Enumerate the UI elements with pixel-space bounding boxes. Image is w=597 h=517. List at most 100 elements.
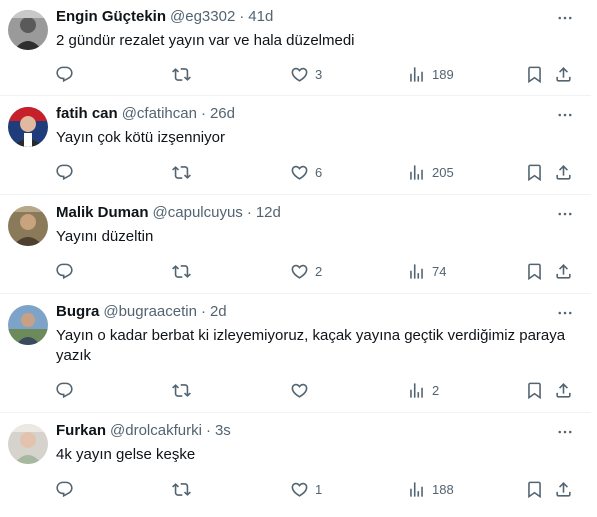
tweet-text: 4k yayın gelse keşke	[56, 446, 196, 463]
avatar[interactable]	[8, 305, 48, 345]
retweet-button[interactable]	[172, 160, 197, 184]
share-icon	[556, 164, 571, 180]
views-count: 189	[432, 66, 454, 82]
bookmark-button[interactable]	[525, 259, 544, 283]
views-button[interactable]: 205	[407, 160, 454, 184]
views-button[interactable]: 189	[407, 62, 454, 86]
retweet-button[interactable]	[172, 259, 197, 283]
author-handle[interactable]: @drolcakfurki	[110, 422, 202, 439]
action-bar: 2	[0, 378, 591, 402]
views-icon	[410, 481, 423, 497]
share-icon	[556, 66, 571, 82]
avatar[interactable]	[8, 107, 48, 147]
more-options-button[interactable]	[553, 204, 577, 224]
tweet-text: Yayın o kadar berbat ki izleyemiyoruz, k…	[56, 327, 566, 364]
more-options-button[interactable]	[553, 105, 577, 125]
reply-icon	[56, 263, 73, 279]
views-button[interactable]: 74	[407, 259, 446, 283]
tweet-item[interactable]: fatih can @cfatihcan · 26d Yayın çok köt…	[0, 97, 591, 195]
tweet-item[interactable]: Furkan @drolcakfurki · 3s 4k yayın gelse…	[0, 414, 591, 517]
bookmark-button[interactable]	[525, 62, 544, 86]
separator-dot: ·	[205, 422, 211, 439]
like-button[interactable]: 1	[290, 477, 322, 501]
bookmark-icon	[528, 481, 541, 498]
tweet-item[interactable]: Bugra @bugraacetin · 2d Yayın o kadar be…	[0, 295, 591, 413]
author-name[interactable]: Engin Güçtekin	[56, 8, 166, 25]
more-options-button[interactable]	[553, 8, 577, 28]
avatar[interactable]	[8, 10, 48, 50]
tweet-header: Engin Güçtekin @eg3302 · 41d	[56, 8, 273, 28]
tweet-item[interactable]: Malik Duman @capulcuyus · 12d Yayını düz…	[0, 196, 591, 294]
tweet-header: Malik Duman @capulcuyus · 12d	[56, 204, 281, 224]
avatar[interactable]	[8, 206, 48, 246]
like-button[interactable]: 6	[290, 160, 322, 184]
more-options-button[interactable]	[553, 303, 577, 323]
bookmark-icon	[528, 263, 541, 280]
heart-icon	[291, 264, 308, 279]
timestamp[interactable]: 12d	[256, 204, 281, 221]
bookmark-icon	[528, 382, 541, 399]
like-button[interactable]: 2	[290, 259, 322, 283]
share-button[interactable]	[554, 62, 573, 86]
author-name[interactable]: Malik Duman	[56, 204, 149, 221]
retweet-icon	[172, 482, 191, 496]
retweet-icon	[172, 165, 191, 179]
like-count: 6	[315, 164, 323, 180]
more-options-icon	[558, 212, 572, 216]
more-options-icon	[558, 311, 572, 315]
heart-icon	[291, 482, 308, 497]
author-name[interactable]: fatih can	[56, 105, 118, 122]
author-name[interactable]: Bugra	[56, 303, 99, 320]
reply-feed: Engin Güçtekin @eg3302 · 41d 2 gündür re…	[0, 0, 597, 517]
views-icon	[410, 263, 423, 279]
timestamp[interactable]: 3s	[215, 422, 231, 439]
views-icon	[410, 164, 423, 180]
reply-button[interactable]	[55, 160, 80, 184]
views-icon	[410, 382, 423, 398]
retweet-icon	[172, 67, 191, 81]
views-count: 205	[432, 164, 454, 180]
views-count: 188	[432, 481, 454, 497]
like-button[interactable]: 3	[290, 62, 322, 86]
share-button[interactable]	[554, 259, 573, 283]
share-button[interactable]	[554, 378, 573, 402]
separator-dot: ·	[200, 303, 206, 320]
like-button[interactable]	[290, 378, 315, 402]
retweet-button[interactable]	[172, 62, 197, 86]
timestamp[interactable]: 2d	[210, 303, 227, 320]
author-handle[interactable]: @cfatihcan	[122, 105, 197, 122]
bookmark-button[interactable]	[525, 378, 544, 402]
author-handle[interactable]: @capulcuyus	[153, 204, 243, 221]
share-icon	[556, 263, 571, 279]
share-icon	[556, 481, 571, 497]
bookmark-icon	[528, 66, 541, 83]
reply-button[interactable]	[55, 62, 80, 86]
heart-icon	[291, 383, 308, 398]
bookmark-button[interactable]	[525, 477, 544, 501]
reply-icon	[56, 382, 73, 398]
timestamp[interactable]: 26d	[210, 105, 235, 122]
reply-button[interactable]	[55, 477, 80, 501]
share-button[interactable]	[554, 477, 573, 501]
tweet-item[interactable]: Engin Güçtekin @eg3302 · 41d 2 gündür re…	[0, 0, 591, 96]
timestamp[interactable]: 41d	[248, 8, 273, 25]
bookmark-button[interactable]	[525, 160, 544, 184]
reply-button[interactable]	[55, 378, 80, 402]
avatar[interactable]	[8, 424, 48, 464]
like-count: 1	[315, 481, 323, 497]
author-name[interactable]: Furkan	[56, 422, 106, 439]
more-options-button[interactable]	[553, 422, 577, 442]
views-icon	[410, 66, 423, 82]
share-button[interactable]	[554, 160, 573, 184]
separator-dot: ·	[239, 8, 245, 25]
views-button[interactable]: 188	[407, 477, 454, 501]
bookmark-icon	[528, 164, 541, 181]
views-button[interactable]: 2	[407, 378, 439, 402]
retweet-button[interactable]	[172, 378, 197, 402]
reply-button[interactable]	[55, 259, 80, 283]
action-bar: 6 205	[0, 160, 591, 184]
author-handle[interactable]: @bugraacetin	[103, 303, 197, 320]
author-handle[interactable]: @eg3302	[170, 8, 235, 25]
views-count: 2	[432, 382, 440, 398]
retweet-button[interactable]	[172, 477, 197, 501]
